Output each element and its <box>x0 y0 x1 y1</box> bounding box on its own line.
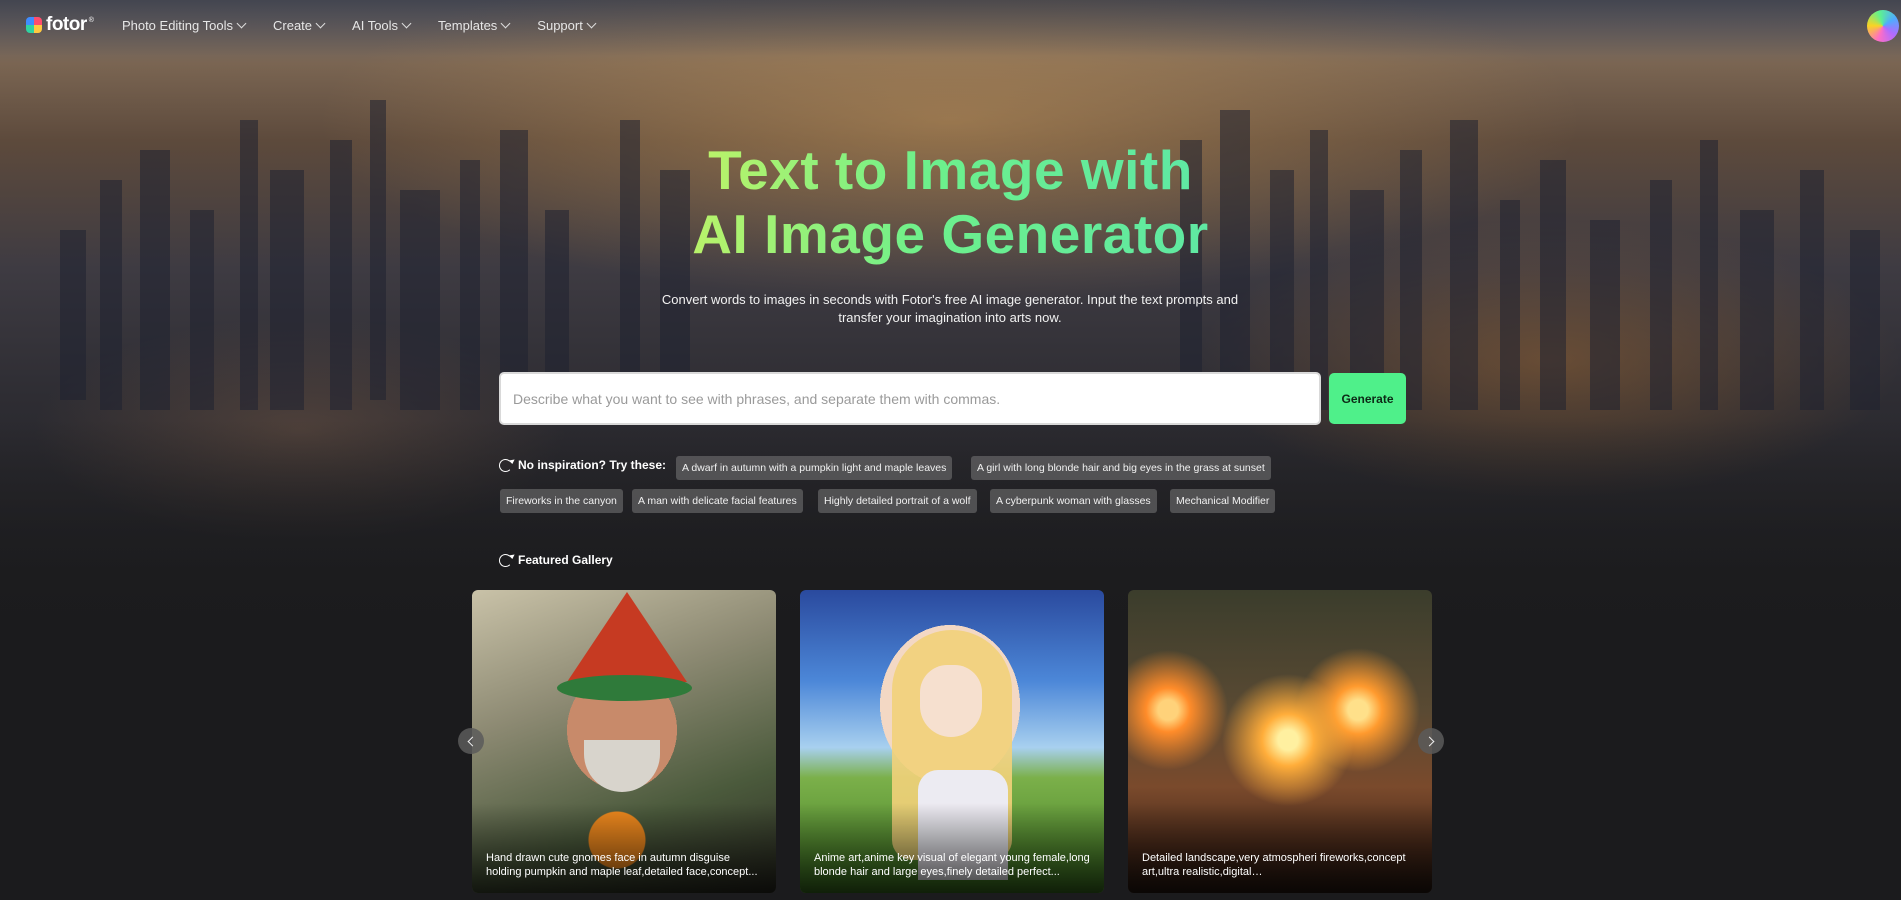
gnome-beard <box>584 740 660 792</box>
suggestion-chip[interactable]: Fireworks in the canyon <box>500 489 623 513</box>
gallery-prev-button[interactable] <box>458 728 484 754</box>
suggestion-chip[interactable]: Highly detailed portrait of a wolf <box>818 489 977 513</box>
gnome-hat-brim <box>557 675 692 701</box>
refresh-icon[interactable] <box>499 458 512 472</box>
suggestion-chip[interactable]: A girl with long blonde hair and big eye… <box>971 456 1271 480</box>
gnome-hat <box>567 592 687 682</box>
main-nav: Photo Editing Tools Create AI Tools Temp… <box>121 17 597 33</box>
nav-label: Support <box>537 17 583 33</box>
page-title: Text to Image with AI Image Generator <box>0 138 1901 266</box>
suggestion-chip[interactable]: A cyberpunk woman with glasses <box>990 489 1157 513</box>
card-caption: Detailed landscape,very atmospheri firew… <box>1142 852 1406 878</box>
title-line-2: AI Image Generator <box>692 203 1209 265</box>
nav-templates[interactable]: Templates <box>438 17 511 33</box>
nav-ai-tools[interactable]: AI Tools <box>352 17 412 33</box>
card-caption: Hand drawn cute gnomes face in autumn di… <box>486 852 758 878</box>
nav-photo-editing-tools[interactable]: Photo Editing Tools <box>121 17 247 33</box>
refresh-icon <box>499 553 512 567</box>
fotor-logo-icon <box>26 17 42 33</box>
chevron-down-icon <box>315 18 326 29</box>
gallery-card-anime[interactable]: Anime art,anime key visual of elegant yo… <box>800 590 1104 893</box>
caption-shade <box>800 803 1104 893</box>
suggestion-chip[interactable]: Mechanical Modifier <box>1170 489 1276 513</box>
nav-label: AI Tools <box>352 17 399 33</box>
caption-shade <box>472 803 776 893</box>
title-line-1: Text to Image with <box>708 139 1193 201</box>
chevron-down-icon <box>236 18 247 29</box>
chevron-right-icon <box>1424 736 1435 746</box>
nav-label: Photo Editing Tools <box>121 17 233 33</box>
nav-label: Create <box>273 17 313 33</box>
gallery-card-gnome[interactable]: Hand drawn cute gnomes face in autumn di… <box>472 590 776 893</box>
generate-button[interactable]: Generate <box>1329 373 1406 424</box>
gallery-next-button[interactable] <box>1418 728 1444 754</box>
user-avatar[interactable] <box>1867 10 1899 42</box>
chevron-down-icon <box>500 18 511 29</box>
inspiration-text: No inspiration? Try these: <box>518 458 667 472</box>
card-caption: Anime art,anime key visual of elegant yo… <box>814 852 1090 878</box>
caption-shade <box>1128 803 1432 893</box>
suggestion-chip[interactable]: A man with delicate facial features <box>632 489 803 513</box>
gallery-heading: Featured Gallery <box>499 553 613 567</box>
nav-label: Templates <box>438 17 498 33</box>
nav-create[interactable]: Create <box>273 17 326 33</box>
logo-text: fotor <box>46 14 87 35</box>
prompt-input[interactable] <box>513 374 1319 423</box>
gallery-heading-text: Featured Gallery <box>518 553 613 567</box>
suggestion-chip[interactable]: A dwarf in autumn with a pumpkin light a… <box>676 456 953 480</box>
registered-mark: ® <box>88 16 94 24</box>
page-subtitle: Convert words to images in seconds with … <box>661 292 1239 325</box>
chevron-down-icon <box>586 18 597 29</box>
chevron-left-icon <box>467 736 478 746</box>
nav-support[interactable]: Support <box>537 17 597 33</box>
anime-face <box>920 665 982 737</box>
gallery-card-fireworks[interactable]: Detailed landscape,very atmospheri firew… <box>1128 590 1432 893</box>
inspiration-label[interactable]: No inspiration? Try these: <box>499 458 666 472</box>
chevron-down-icon <box>401 18 412 29</box>
prompt-box <box>499 372 1321 425</box>
fotor-logo[interactable]: fotor ® <box>26 14 94 36</box>
top-navigation-bar: fotor ® Photo Editing Tools Create AI To… <box>0 0 1901 50</box>
